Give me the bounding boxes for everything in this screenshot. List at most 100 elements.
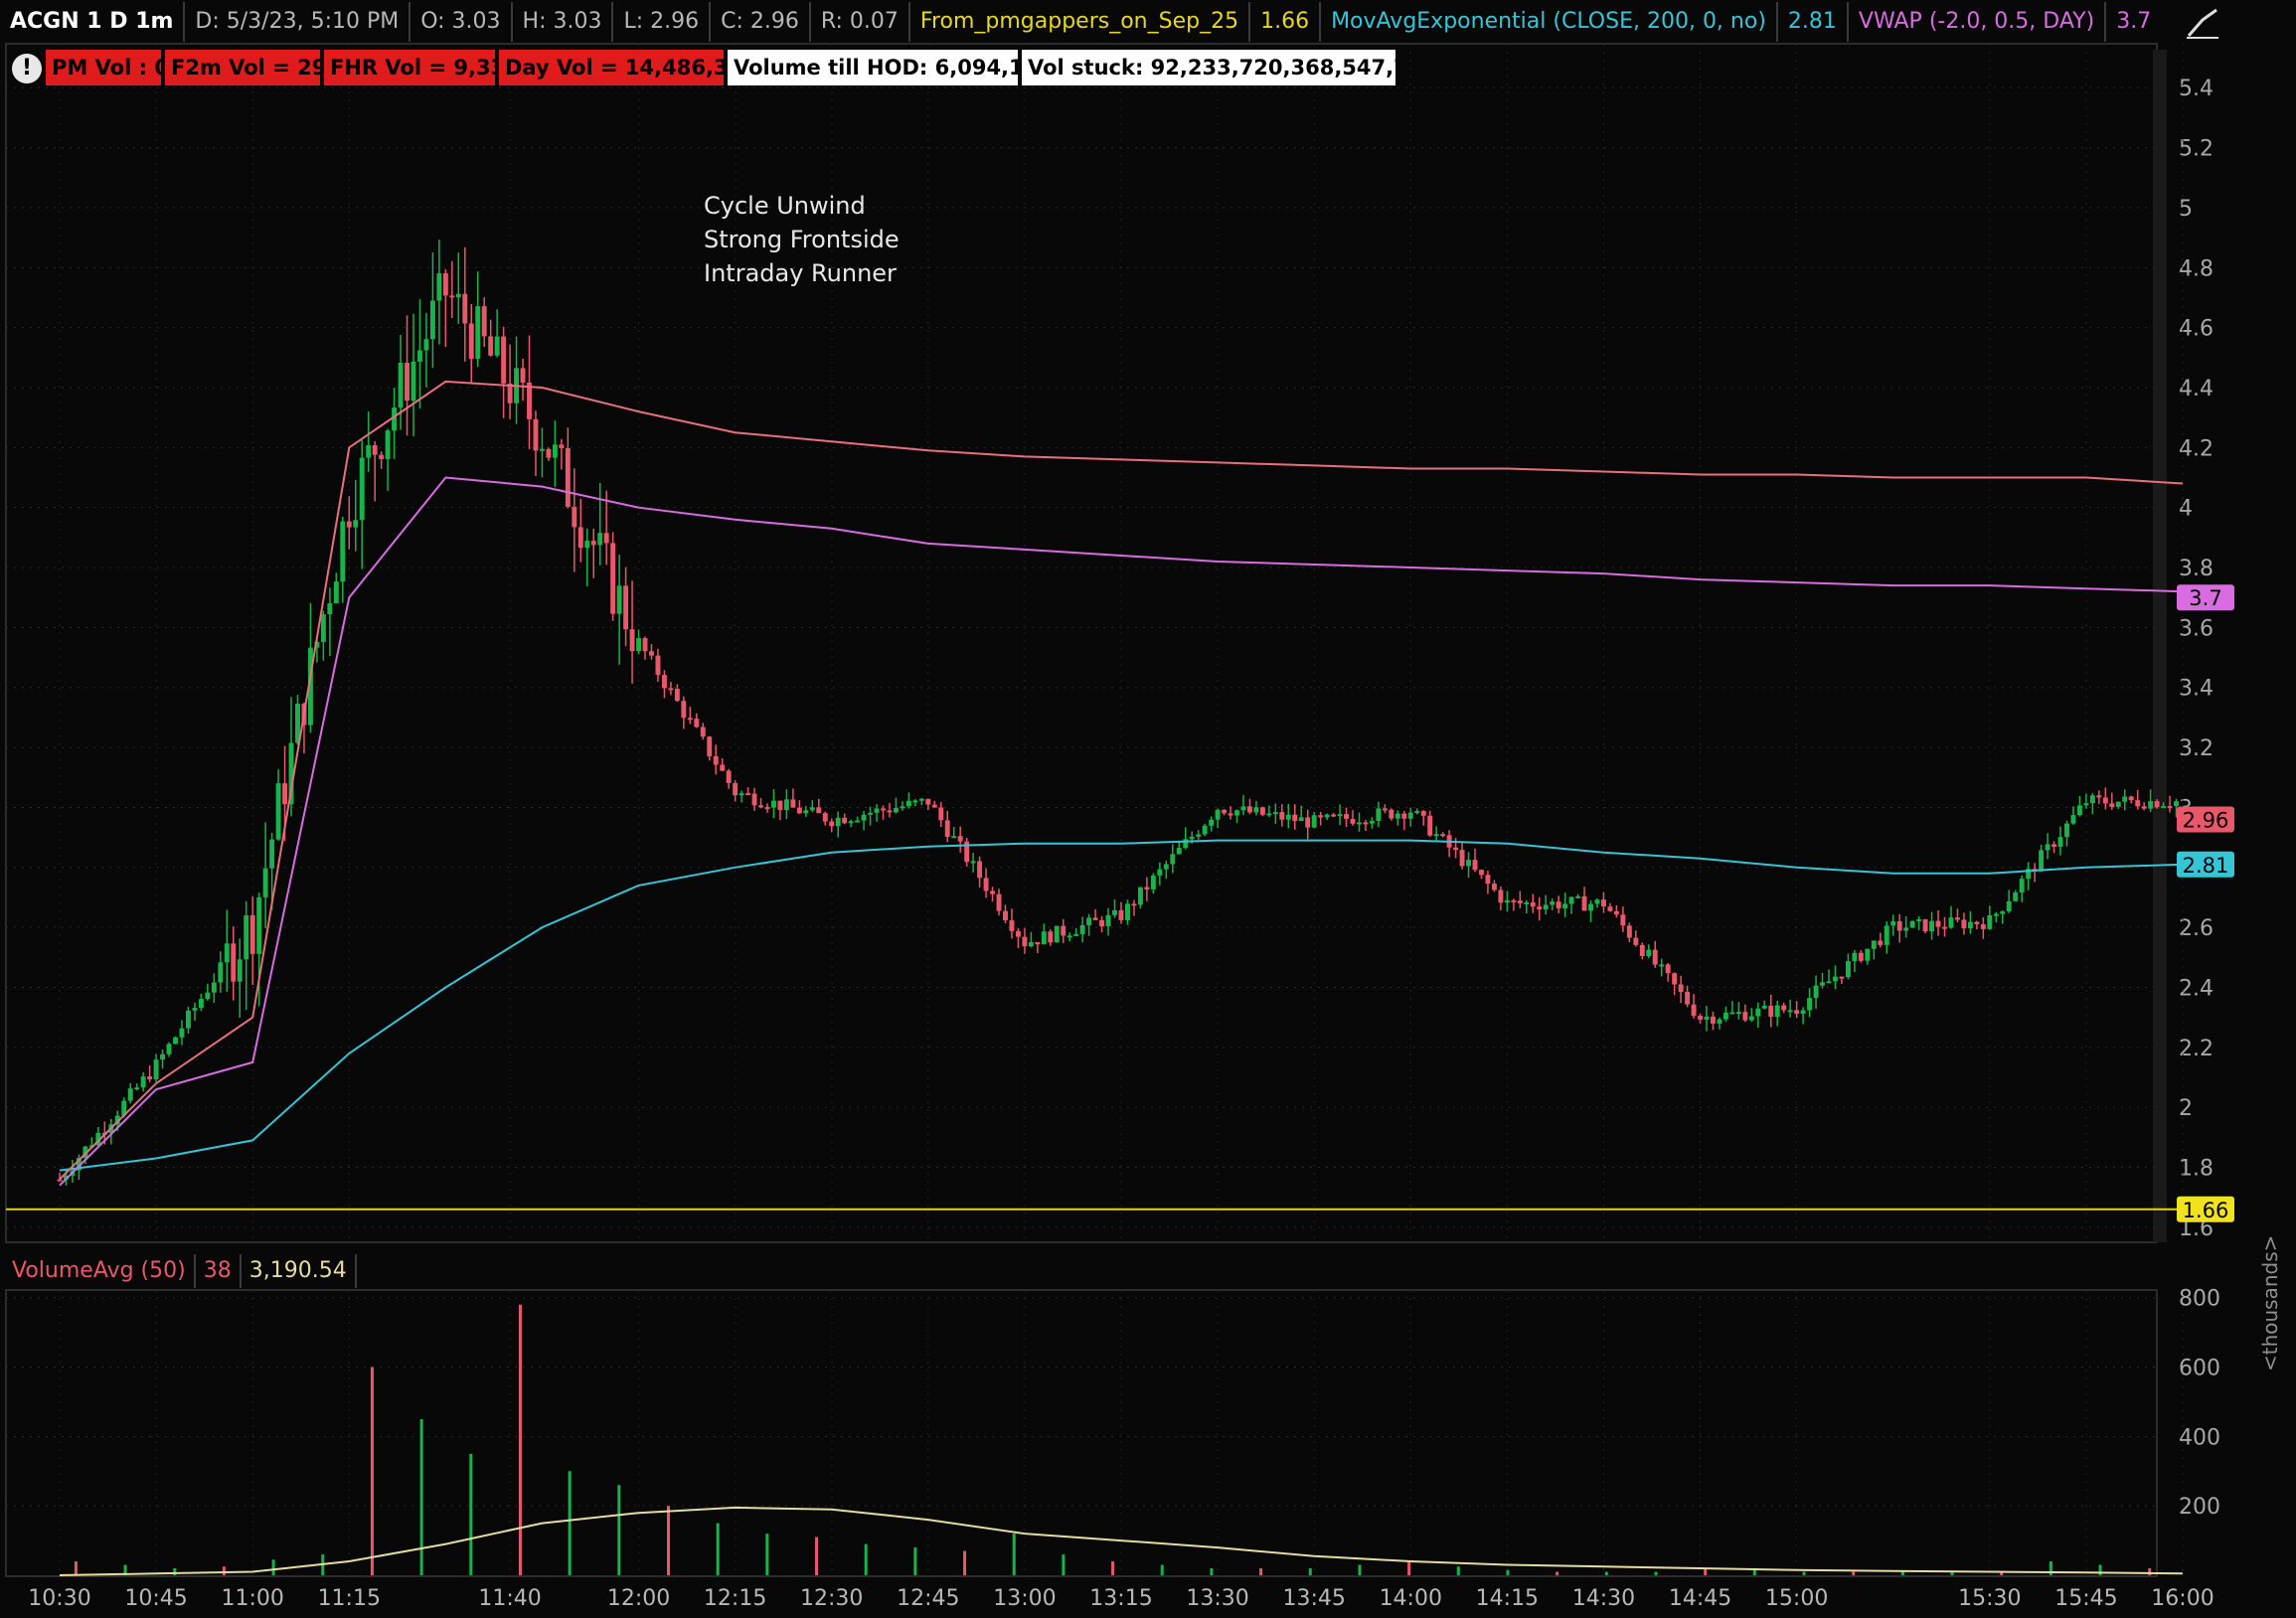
candle-body bbox=[539, 448, 545, 451]
candle-body bbox=[1163, 864, 1169, 870]
candle-body bbox=[1234, 810, 1239, 816]
candle-body bbox=[1858, 952, 1864, 961]
candle-body bbox=[224, 943, 230, 963]
candle-body bbox=[1659, 964, 1665, 967]
candle-body bbox=[855, 820, 861, 823]
candle-body bbox=[333, 581, 339, 604]
candle-body bbox=[1401, 813, 1407, 819]
candle-body bbox=[1735, 1012, 1741, 1015]
date-label: D: 5/3/23, 5:10 PM bbox=[185, 2, 411, 42]
candle-body bbox=[1871, 940, 1877, 949]
volume-tick-label: 200 bbox=[2179, 1495, 2220, 1520]
candle-body bbox=[887, 810, 893, 813]
candle-body bbox=[1298, 817, 1304, 822]
candle-body bbox=[1331, 814, 1337, 817]
candle-body bbox=[2089, 795, 2095, 804]
candle-body bbox=[1942, 926, 1947, 929]
candle-body bbox=[868, 812, 874, 815]
candle-body bbox=[1568, 896, 1574, 904]
candle-body bbox=[1813, 985, 1819, 999]
price-tick-label: 4 bbox=[2179, 497, 2193, 522]
candle-body bbox=[1009, 920, 1015, 931]
candle-body bbox=[2057, 837, 2063, 848]
study-ema-value: 2.81 bbox=[1778, 2, 1849, 42]
volume-bar bbox=[617, 1485, 621, 1575]
candle-body bbox=[1491, 884, 1497, 890]
candle-body bbox=[1896, 920, 1902, 931]
candle-body bbox=[1433, 834, 1439, 837]
candle-body bbox=[1833, 976, 1838, 982]
chart-canvas: 1.61.822.22.42.62.833.23.43.63.844.24.44… bbox=[5, 43, 2234, 1611]
volume-bar bbox=[1802, 1571, 1806, 1575]
candle-body bbox=[449, 295, 455, 298]
candle-body bbox=[809, 807, 815, 811]
candle-body bbox=[771, 800, 776, 808]
volume-bar bbox=[469, 1453, 473, 1575]
volume-bar bbox=[1852, 1571, 1856, 1575]
time-tick-label: 14:45 bbox=[1669, 1586, 1731, 1611]
study-vwap-name[interactable]: VWAP (-2.0, 0.5, DAY) bbox=[1849, 2, 2107, 42]
candle-body bbox=[1157, 869, 1163, 876]
volume-unit-label: <thousands> bbox=[2258, 1234, 2282, 1372]
volume-bar bbox=[222, 1566, 226, 1575]
volume-study-name[interactable]: VolumeAvg (50) bbox=[4, 1254, 196, 1288]
candle-body bbox=[674, 689, 680, 702]
candle-body bbox=[488, 336, 494, 356]
volume-bar bbox=[1604, 1571, 1608, 1575]
candle-body bbox=[1285, 814, 1291, 820]
candle-body bbox=[590, 541, 596, 546]
candle-body bbox=[1717, 1019, 1722, 1024]
candle-body bbox=[1511, 899, 1517, 902]
candle-body bbox=[687, 718, 693, 721]
candle-body bbox=[134, 1087, 140, 1090]
volume-bar bbox=[1506, 1569, 1510, 1575]
candle-body bbox=[1755, 1008, 1761, 1017]
candle-body bbox=[211, 982, 217, 993]
candle-body bbox=[2135, 800, 2141, 807]
candle-body bbox=[1209, 819, 1215, 826]
candle-body bbox=[1324, 814, 1330, 818]
candle-body bbox=[848, 821, 854, 824]
vwap-upper-line bbox=[59, 380, 2184, 1181]
candle-body bbox=[842, 817, 848, 824]
candle-body bbox=[1948, 917, 1954, 928]
draw-line-icon[interactable] bbox=[2183, 6, 2222, 40]
candle-body bbox=[1922, 918, 1928, 932]
symbol-label[interactable]: ACGN 1 D 1m bbox=[0, 2, 186, 42]
price-tick-label: 5.2 bbox=[2179, 137, 2214, 162]
candle-body bbox=[905, 800, 911, 807]
time-tick-label: 10:30 bbox=[28, 1586, 90, 1611]
candle-body bbox=[957, 836, 963, 842]
candle-body bbox=[192, 1008, 198, 1011]
candle-body bbox=[1607, 906, 1613, 911]
pm-vol-label: PM Vol : 0 bbox=[46, 50, 161, 85]
candle-body bbox=[282, 783, 288, 805]
candle-body bbox=[1524, 902, 1530, 905]
candle-body bbox=[346, 521, 352, 528]
study-pmgappers-name[interactable]: From_pmgappers_on_Sep_25 bbox=[910, 2, 1251, 42]
chart-annotation[interactable]: Cycle Unwind Strong Frontside Intraday R… bbox=[704, 189, 900, 290]
volume-bar bbox=[1259, 1568, 1263, 1575]
study-ema-name[interactable]: MovAvgExponential (CLOSE, 200, 0, no) bbox=[1321, 2, 1778, 42]
price-tick-label: 5.4 bbox=[2179, 77, 2214, 101]
candle-body bbox=[983, 878, 989, 891]
candle-body bbox=[1125, 903, 1130, 920]
candle-body bbox=[153, 1059, 159, 1079]
time-tick-label: 15:00 bbox=[1765, 1586, 1828, 1611]
candle-body bbox=[198, 999, 204, 1009]
volume-bar bbox=[1308, 1568, 1312, 1575]
price-tag-label: 2.81 bbox=[2183, 854, 2229, 878]
candle-body bbox=[1903, 927, 1909, 931]
candle-body bbox=[1581, 895, 1587, 911]
candle-body bbox=[2141, 806, 2147, 809]
volume-bar bbox=[1111, 1561, 1115, 1575]
candle-body bbox=[1884, 925, 1889, 945]
candle-body bbox=[1215, 809, 1221, 820]
candle-body bbox=[1189, 836, 1195, 840]
price-tag-label: 3.7 bbox=[2189, 586, 2221, 610]
candle-body bbox=[527, 382, 532, 419]
candle-body bbox=[636, 638, 642, 652]
volume-bar bbox=[1900, 1571, 1904, 1575]
alert-icon[interactable]: ! bbox=[12, 54, 42, 83]
candle-body bbox=[2154, 801, 2160, 808]
